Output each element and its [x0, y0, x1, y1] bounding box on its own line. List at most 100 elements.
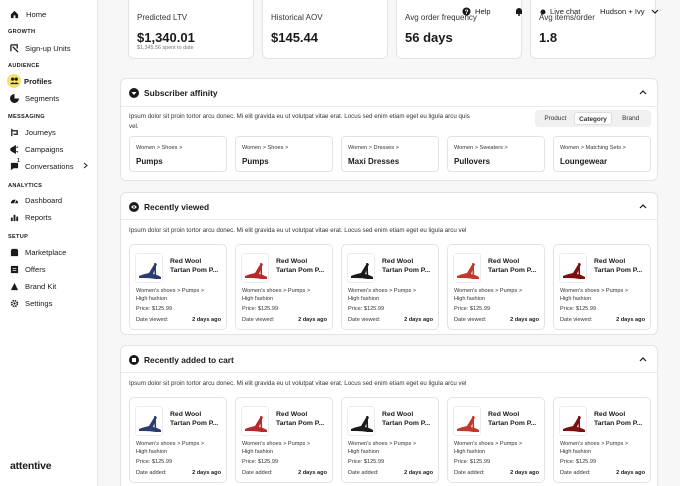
affinity-icon	[129, 88, 139, 98]
product-date-value: 2 days ago	[192, 470, 221, 476]
product-thumbnail	[559, 253, 587, 283]
product-card[interactable]: Red Wool Tartan Pom P... Women's shoes > P…	[129, 244, 227, 330]
product-price: Price: $125.99	[136, 306, 173, 312]
product-date-value: 2 days ago	[192, 317, 221, 323]
sidebar-item-journeys[interactable]: Journeys	[0, 124, 98, 140]
product-category: Women's shoes > Pumps > High fashion	[348, 288, 417, 302]
sidebar-item-dashboard[interactable]: Dashboard	[0, 192, 98, 208]
product-date-value: 2 days ago	[298, 470, 327, 476]
desc-line: Ipsum dolor sit proin tortor arcu donec.…	[129, 113, 470, 120]
recently-added-description: Ipsum dolor sit proin tortor arcu donec.…	[129, 380, 467, 387]
stat-value: $145.44	[271, 30, 318, 45]
journeys-icon	[10, 128, 19, 137]
product-date-label: Date added:	[136, 470, 167, 476]
product-name: Red Wool Tartan Pom P...	[170, 411, 219, 427]
product-date-label: Date viewed:	[454, 317, 487, 323]
product-category: Women's shoes > Pumps > High fashion	[242, 441, 311, 455]
user-menu[interactable]: Hudson + Ivy	[600, 7, 659, 16]
reports-icon	[10, 213, 19, 222]
product-thumbnail	[453, 253, 481, 283]
help-icon: ?	[462, 7, 471, 16]
sidebar-section-messaging: MESSAGING	[0, 114, 45, 120]
product-price: Price: $125.99	[454, 459, 491, 465]
product-card[interactable]: Red Wool Tartan Pom P... Women's shoes > P…	[553, 244, 651, 330]
gear-icon	[10, 299, 19, 308]
offers-icon	[10, 265, 19, 274]
product-name: Red Wool Tartan Pom P...	[594, 258, 643, 274]
product-card[interactable]: Red Wool Tartan Pom P... Women's shoes > P…	[553, 397, 651, 483]
affinity-item[interactable]: Women > Shoes > Pumps	[129, 136, 227, 172]
product-date-label: Date viewed:	[348, 317, 381, 323]
product-card[interactable]: Red Wool Tartan Pom P... Women's shoes > P…	[341, 397, 439, 483]
sidebar-item-profiles[interactable]: Profiles	[0, 73, 98, 89]
tab-product[interactable]: Product	[537, 112, 574, 125]
chat-icon	[540, 9, 546, 15]
collapse-chevron-icon[interactable]	[639, 355, 647, 364]
product-price: Price: $125.99	[454, 306, 491, 312]
desc-line: vel.	[129, 123, 139, 130]
live-chat-button[interactable]: Live chat	[540, 7, 580, 16]
topbar: ? Help Live chat Hudson + Ivy	[98, 0, 680, 18]
product-name: Red Wool Tartan Pom P...	[488, 411, 537, 427]
help-link[interactable]: ? Help	[462, 7, 491, 16]
sidebar-item-label: Journeys	[25, 127, 56, 137]
collapse-chevron-icon[interactable]	[639, 202, 647, 211]
product-name: Red Wool Tartan Pom P...	[170, 258, 219, 274]
sidebar-section-setup: SETUP	[0, 234, 28, 240]
section-title-setup: SETUP	[8, 234, 29, 240]
tab-category[interactable]: Category	[573, 112, 613, 125]
affinity-item[interactable]: Women > Matching Sets > Loungewear	[553, 136, 651, 172]
affinity-item[interactable]: Women > Dresses > Maxi Dresses	[341, 136, 439, 172]
product-card[interactable]: Red Wool Tartan Pom P... Women's shoes > P…	[447, 244, 545, 330]
sidebar-section-analytics: ANALYTICS	[0, 183, 42, 189]
product-thumbnail	[347, 253, 375, 283]
sidebar-item-reports[interactable]: Reports	[0, 209, 98, 225]
affinity-item[interactable]: Women > Sweaters > Pullovers	[447, 136, 545, 172]
sidebar-item-brand-kit[interactable]: Brand Kit	[0, 278, 98, 294]
recently-viewed-card: Recently viewed Ipsum dolor sit proin to…	[120, 192, 658, 335]
product-name: Red Wool Tartan Pom P...	[488, 258, 537, 274]
affinity-name: Pumps	[242, 157, 269, 166]
product-category: Women's shoes > Pumps > High fashion	[560, 288, 629, 302]
product-card[interactable]: Red Wool Tartan Pom P... Women's shoes > P…	[129, 397, 227, 483]
sidebar-item-marketplace[interactable]: Marketplace	[0, 244, 98, 260]
product-card[interactable]: Red Wool Tartan Pom P... Women's shoes > P…	[341, 244, 439, 330]
dashboard-icon	[10, 196, 19, 205]
product-card[interactable]: Red Wool Tartan Pom P... Women's shoes > P…	[235, 244, 333, 330]
affinity-description: Ipsum dolor sit proin tortor arcu donec.…	[129, 112, 539, 132]
sidebar-item-signup-units[interactable]: Sign-up Units	[0, 40, 98, 56]
sidebar-item-label: Conversations	[25, 161, 74, 171]
sidebar-item-label: Dashboard	[25, 195, 63, 205]
card-title: Recently viewed	[144, 202, 210, 212]
product-thumbnail	[559, 406, 587, 436]
chevron-right-icon	[83, 162, 88, 171]
product-category: Women's shoes > Pumps > High fashion	[136, 441, 205, 455]
sidebar-item-label: Reports	[25, 212, 52, 222]
sidebar-item-home[interactable]: Home	[0, 7, 97, 21]
sidebar-item-segments[interactable]: Segments	[0, 90, 98, 106]
affinity-path: Women > Dresses >	[348, 145, 399, 151]
stat-value: 1.8	[539, 30, 558, 45]
sidebar-item-campaigns[interactable]: Campaigns	[0, 141, 98, 157]
collapse-chevron-icon[interactable]	[639, 88, 647, 97]
product-date-value: 2 days ago	[616, 470, 645, 476]
affinity-segmented-control: Product Category Brand	[535, 110, 651, 127]
eye-icon	[129, 202, 139, 212]
stat-value: 56 days	[405, 30, 453, 45]
sidebar-item-conversations[interactable]: 1 Conversations	[0, 158, 98, 174]
notifications-button[interactable]	[515, 7, 523, 18]
product-category: Women's shoes > Pumps > High fashion	[348, 441, 417, 455]
product-card[interactable]: Red Wool Tartan Pom P... Women's shoes > P…	[235, 397, 333, 483]
product-card[interactable]: Red Wool Tartan Pom P... Women's shoes > P…	[447, 397, 545, 483]
product-name: Red Wool Tartan Pom P...	[594, 411, 643, 427]
sidebar-item-offers[interactable]: Offers	[0, 261, 98, 277]
sidebar-item-label: Sign-up Units	[25, 43, 71, 53]
sidebar-section-audience: AUDIENCE	[0, 63, 40, 69]
product-price: Price: $125.99	[242, 306, 279, 312]
product-date-value: 2 days ago	[298, 317, 327, 323]
product-date-value: 2 days ago	[404, 317, 433, 323]
tab-brand[interactable]: Brand	[612, 112, 649, 125]
live-chat-label: Live chat	[550, 7, 581, 16]
affinity-item[interactable]: Women > Shoes > Pumps	[235, 136, 333, 172]
sidebar-item-settings[interactable]: Settings	[0, 295, 98, 311]
